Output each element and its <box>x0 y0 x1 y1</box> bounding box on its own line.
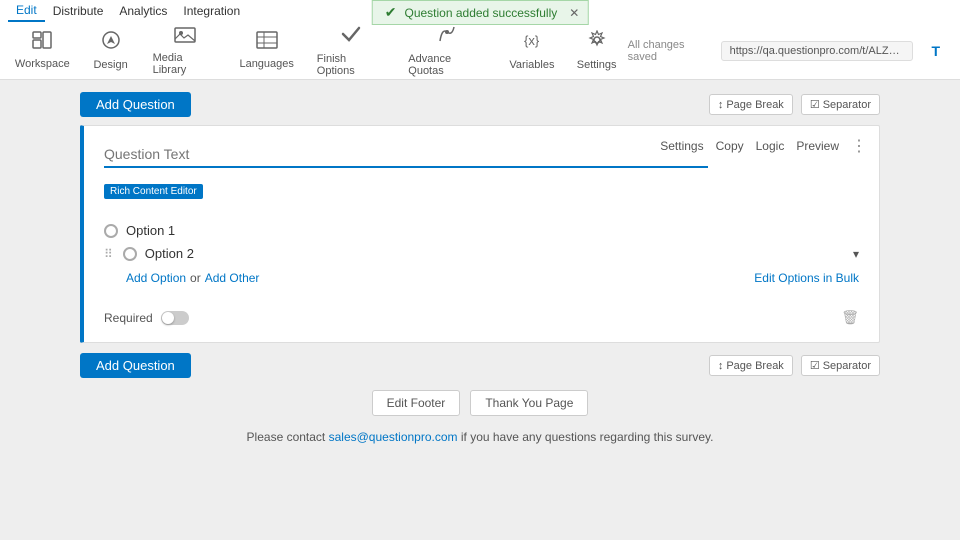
advance-quotas-icon <box>437 24 457 49</box>
option-1-text[interactable]: Option 1 <box>126 223 859 238</box>
thank-you-page-button[interactable]: Thank You Page <box>470 390 588 416</box>
bottom-add-question-button[interactable]: Add Question <box>80 353 191 378</box>
top-add-question-bar: Add Question ↕ Page Break ☑ Separator <box>80 92 880 117</box>
design-icon <box>101 30 121 55</box>
toolbar-workspace[interactable]: Workspace <box>4 27 81 74</box>
add-option-row: Add Option or Add Other Edit Options in … <box>104 265 859 287</box>
card-actions: Settings Copy Logic Preview ⋮ <box>660 136 867 156</box>
option-2-text[interactable]: Option 2 <box>145 246 845 261</box>
option-row-2: ⠿ Option 2 ▾ <box>104 242 859 265</box>
bottom-bar-actions: ↕ Page Break ☑ Separator <box>709 355 880 376</box>
toggle-knob <box>162 312 174 324</box>
required-toggle[interactable] <box>161 311 189 325</box>
workspace-icon <box>32 31 52 54</box>
contact-text: Please contact <box>247 430 329 444</box>
toolbar-finish-label: Finish Options <box>317 53 384 77</box>
toolbar-design-label: Design <box>93 59 127 71</box>
question-card: Settings Copy Logic Preview ⋮ Rich Conte… <box>80 125 880 343</box>
bottom-add-question-bar: Add Question ↕ Page Break ☑ Separator <box>80 353 880 378</box>
save-status: All changes saved <box>628 39 711 63</box>
delete-question-button[interactable]: 🗑 <box>841 309 859 326</box>
bottom-page-break-button[interactable]: ↕ Page Break <box>709 355 793 376</box>
contact-bar: Please contact sales@questionpro.com if … <box>80 430 880 452</box>
toolbar-languages[interactable]: Languages <box>229 27 305 74</box>
success-message: Question added successfully <box>404 6 557 20</box>
toolbar-design[interactable]: Design <box>81 26 141 75</box>
toolbar-media-library[interactable]: Media Library <box>141 21 229 80</box>
required-label: Required <box>104 311 153 325</box>
toolbar-variables[interactable]: {x} Variables <box>498 26 565 75</box>
contact-suffix: if you have any questions regarding this… <box>458 430 714 444</box>
contact-email-link[interactable]: sales@questionpro.com <box>329 430 458 444</box>
bottom-page-break-icon: ↕ <box>718 360 724 372</box>
media-library-icon <box>174 25 196 48</box>
user-initial[interactable]: T <box>923 43 948 59</box>
separator-checkbox-icon: ☑ <box>810 98 820 111</box>
variables-icon: {x} <box>522 30 542 55</box>
card-more-button[interactable]: ⋮ <box>851 136 867 156</box>
add-other-link[interactable]: Add Other <box>205 271 260 285</box>
toolbar-settings-label: Settings <box>577 59 617 71</box>
toolbar-advance-quotas[interactable]: Advance Quotas <box>396 20 498 81</box>
footer-buttons: Edit Footer Thank You Page <box>80 390 880 416</box>
top-add-question-button[interactable]: Add Question <box>80 92 191 117</box>
drag-handle-icon[interactable]: ⠿ <box>104 247 113 261</box>
toolbar-variables-label: Variables <box>509 59 554 71</box>
page-break-label: Page Break <box>726 99 783 111</box>
nav-distribute[interactable]: Distribute <box>45 0 112 22</box>
bottom-separator-checkbox-icon: ☑ <box>810 359 820 372</box>
survey-url[interactable]: https://qa.questionpro.com/t/ALZdUPN <box>721 41 914 61</box>
edit-footer-button[interactable]: Edit Footer <box>372 390 461 416</box>
toolbar-quotas-label: Advance Quotas <box>408 53 486 77</box>
add-option-link[interactable]: Add Option <box>126 271 186 285</box>
nav-edit[interactable]: Edit <box>8 0 45 22</box>
edit-bulk-link[interactable]: Edit Options in Bulk <box>754 271 859 285</box>
toolbar-settings[interactable]: Settings <box>566 26 628 75</box>
close-banner-button[interactable]: ✕ <box>569 6 579 20</box>
option-2-radio[interactable] <box>123 247 137 261</box>
required-row: Required 🗑 <box>104 301 859 326</box>
svg-text:{x}: {x} <box>524 33 540 48</box>
check-icon: ✔ <box>385 4 397 21</box>
toolbar-workspace-label: Workspace <box>15 58 70 70</box>
or-text: or <box>190 271 201 285</box>
main-content: Add Question ↕ Page Break ☑ Separator Se… <box>0 80 960 540</box>
bottom-separator-button[interactable]: ☑ Separator <box>801 355 880 376</box>
toolbar-finish-options[interactable]: Finish Options <box>305 20 396 81</box>
bottom-separator-label: Separator <box>823 360 871 372</box>
toolbar-media-label: Media Library <box>153 52 217 76</box>
nav-analytics[interactable]: Analytics <box>111 0 175 22</box>
top-page-break-button[interactable]: ↕ Page Break <box>709 94 793 115</box>
option-row-1: Option 1 <box>104 219 859 242</box>
card-settings-button[interactable]: Settings <box>660 139 703 153</box>
card-preview-button[interactable]: Preview <box>796 139 839 153</box>
card-logic-button[interactable]: Logic <box>756 139 785 153</box>
languages-icon <box>256 31 278 54</box>
page-break-icon: ↕ <box>718 99 724 111</box>
finish-options-icon <box>341 24 361 49</box>
separator-label: Separator <box>823 99 871 111</box>
toolbar-languages-label: Languages <box>239 58 293 70</box>
success-banner: ✔ Question added successfully ✕ <box>372 0 589 25</box>
question-text-input[interactable] <box>104 146 708 168</box>
bottom-page-break-label: Page Break <box>726 360 783 372</box>
card-copy-button[interactable]: Copy <box>716 139 744 153</box>
toolbar: Workspace Design Media Library Languages… <box>0 22 960 80</box>
nav-integration[interactable]: Integration <box>175 0 248 22</box>
rich-content-button[interactable]: Rich Content Editor <box>104 184 203 199</box>
option-2-dropdown-icon[interactable]: ▾ <box>853 247 859 261</box>
settings-icon <box>587 30 607 55</box>
option-1-radio[interactable] <box>104 224 118 238</box>
top-bar-actions: ↕ Page Break ☑ Separator <box>709 94 880 115</box>
top-separator-button[interactable]: ☑ Separator <box>801 94 880 115</box>
toolbar-right: All changes saved https://qa.questionpro… <box>628 39 956 63</box>
